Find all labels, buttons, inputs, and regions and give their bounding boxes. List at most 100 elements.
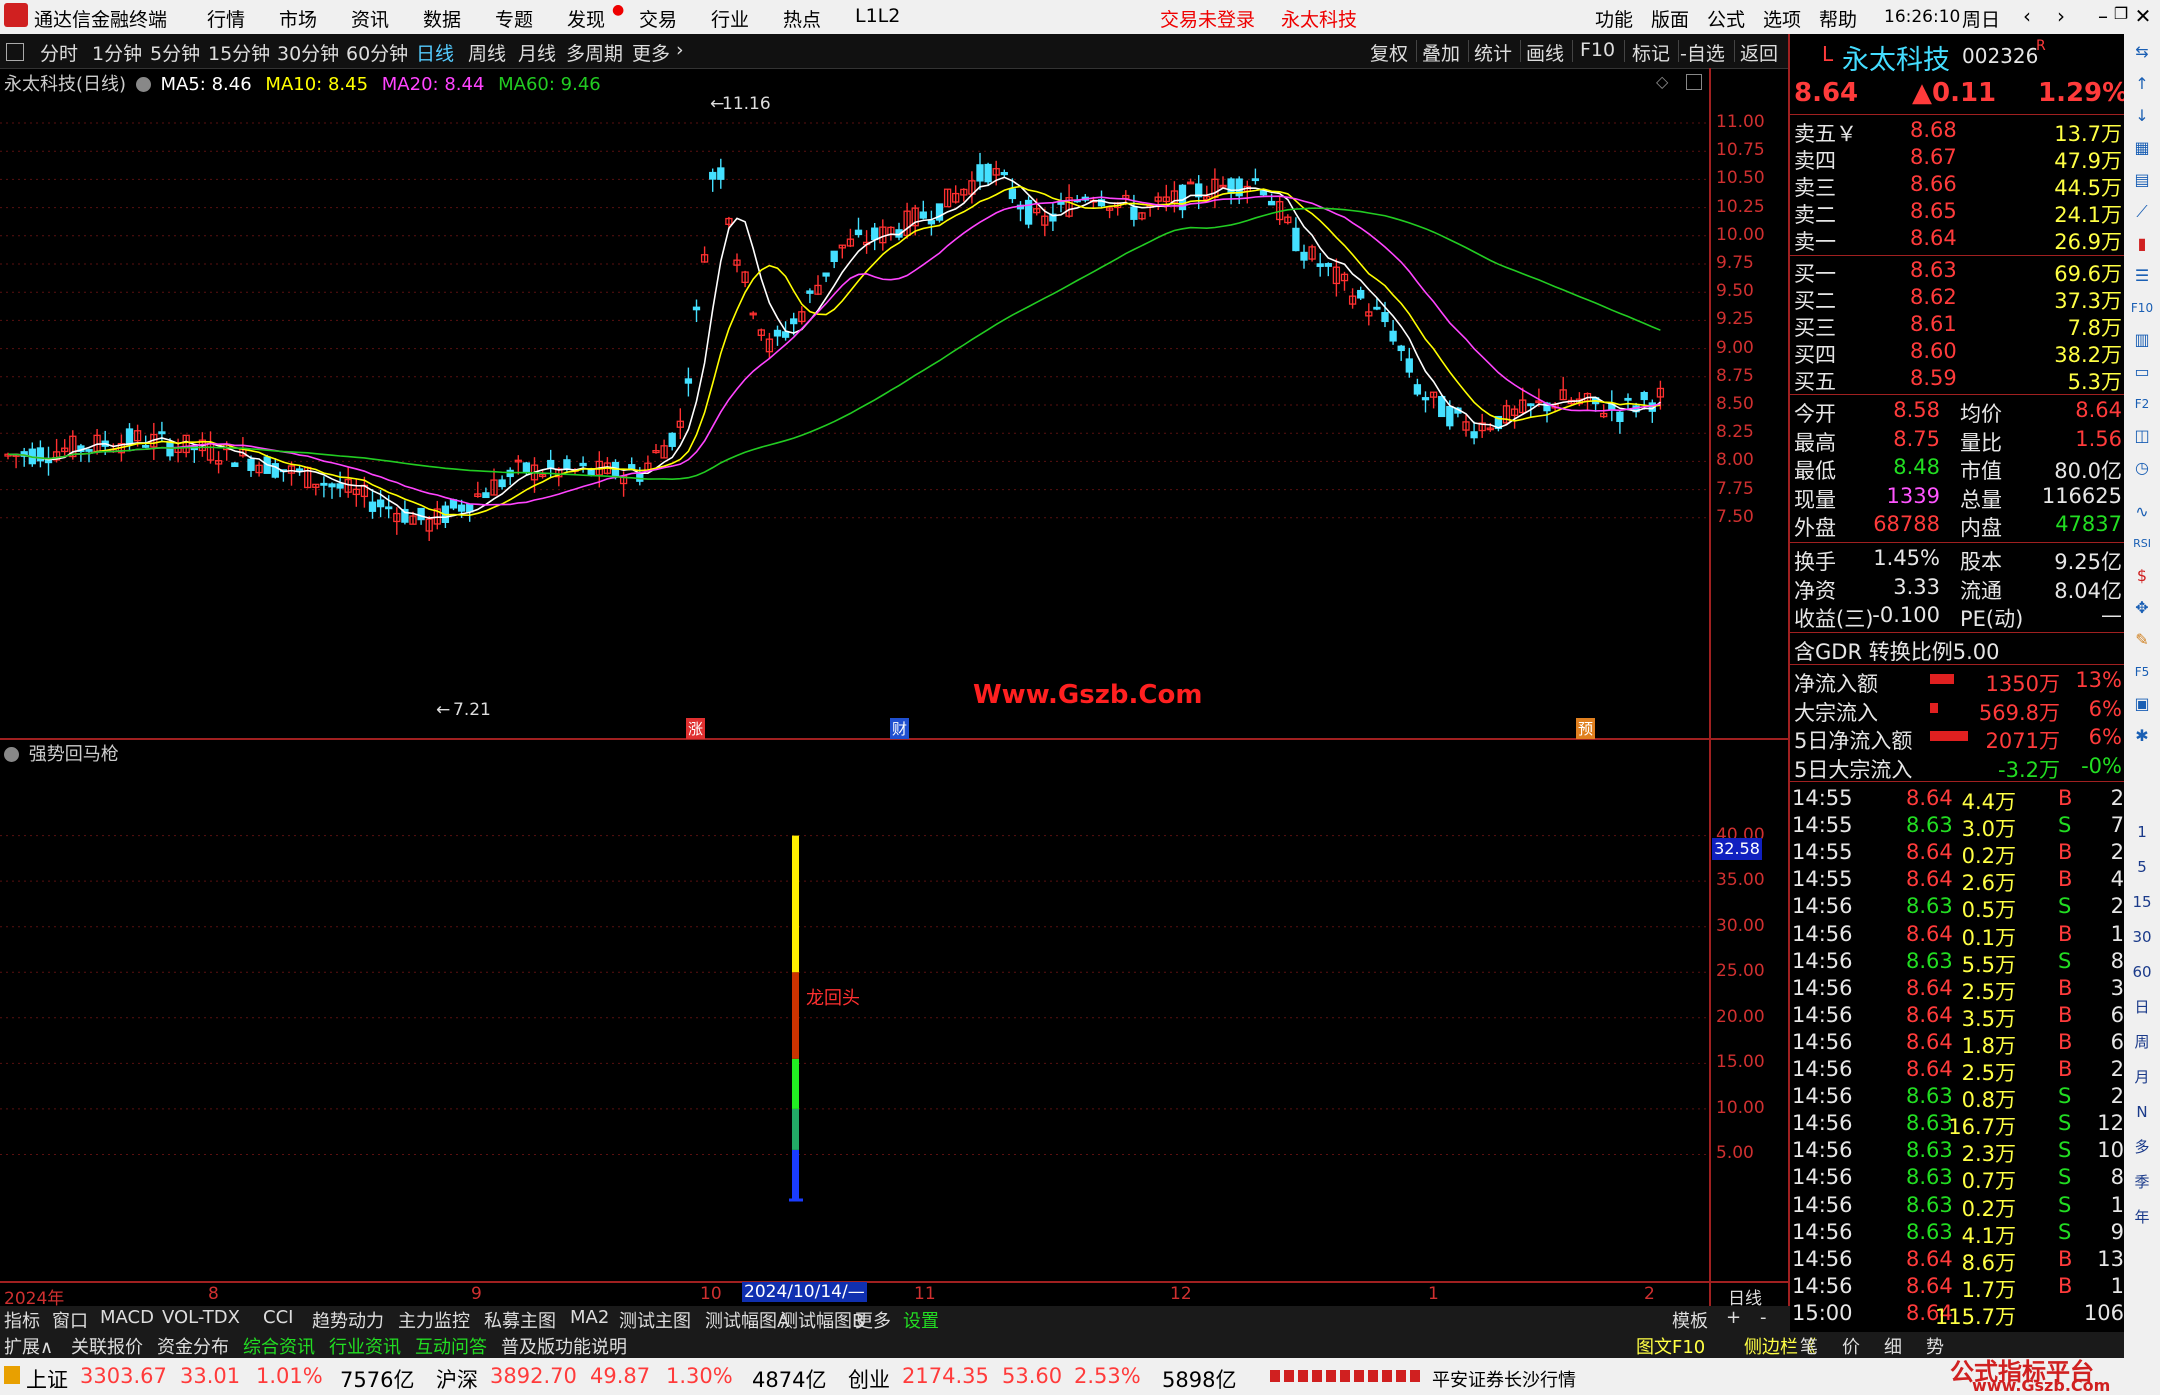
indicator-tab[interactable]: 更多 — [855, 1307, 891, 1333]
period-tab[interactable]: 1分钟 — [92, 39, 142, 66]
ask-row[interactable]: 卖五￥ 8.68 13.7万 — [1790, 118, 2126, 146]
event-marker-forecast[interactable]: 预 — [1576, 718, 1596, 739]
ask-row[interactable]: 卖二 8.65 24.1万 — [1790, 199, 2126, 227]
period-shortcut[interactable]: 年 — [2128, 1203, 2156, 1231]
f2-icon[interactable]: F2 — [2128, 390, 2156, 418]
period-tab[interactable]: 分时 — [40, 39, 78, 66]
move-icon[interactable]: ✥ — [2128, 594, 2156, 622]
ask-row[interactable]: 卖三 8.66 44.5万 — [1790, 172, 2126, 200]
period-shortcut[interactable]: 多 — [2128, 1133, 2156, 1161]
adjust-button[interactable]: 复权 — [1370, 39, 1408, 66]
line-chart-icon[interactable]: ⟋ — [2128, 198, 2156, 226]
menu-help[interactable]: 帮助 — [1819, 5, 1857, 32]
hs-index-label[interactable]: 沪深 — [436, 1364, 478, 1394]
menu-layout[interactable]: 版面 — [1651, 5, 1689, 32]
indicator-tab[interactable]: 指标 — [4, 1307, 40, 1333]
event-marker-limit-up[interactable]: 涨 — [686, 718, 706, 739]
indicator-tab[interactable]: 测试主图 — [619, 1307, 691, 1333]
stats-button[interactable]: 统计 — [1474, 39, 1512, 66]
menu-formula[interactable]: 公式 — [1707, 5, 1745, 32]
menu-l1l2[interactable]: L1L2 — [855, 5, 900, 27]
period-tab[interactable]: 15分钟 — [208, 39, 270, 66]
mark-button[interactable]: 标记 — [1632, 39, 1670, 66]
indicator-tab[interactable]: VOL-TDX — [162, 1307, 240, 1328]
remove-indicator-button[interactable]: - — [1760, 1307, 1767, 1328]
add-indicator-button[interactable]: + — [1726, 1307, 1741, 1328]
period-shortcut[interactable]: 5 — [2128, 853, 2156, 881]
indicator-tab[interactable]: 测试幅图B — [780, 1307, 864, 1333]
forward-arrow-icon[interactable]: › — [2044, 4, 2078, 30]
indicator-tab[interactable]: 测试幅图A — [705, 1307, 789, 1333]
menu-options[interactable]: 选项 — [1763, 5, 1801, 32]
panel-tab[interactable]: 势 — [1926, 1333, 1944, 1359]
remove-watchlist-button[interactable]: -自选 — [1680, 39, 1725, 66]
extension-tab[interactable]: 资金分布 — [157, 1333, 229, 1359]
period-shortcut[interactable]: 1 — [2128, 818, 2156, 846]
more-periods-button[interactable]: 更多 — [632, 39, 670, 66]
period-shortcut[interactable]: N — [2128, 1098, 2156, 1126]
close-icon[interactable]: ✕ — [2126, 4, 2160, 30]
star-icon[interactable]: ✱ — [2128, 722, 2156, 750]
menu-topics[interactable]: 专题 — [495, 5, 533, 32]
menu-quotes[interactable]: 行情 — [207, 5, 245, 32]
extension-tab[interactable]: 综合资讯 — [243, 1333, 315, 1359]
indicator-tab[interactable]: 窗口 — [52, 1307, 88, 1333]
bid-row[interactable]: 买三 8.61 7.8万 — [1790, 312, 2126, 340]
draw-button[interactable]: 画线 — [1526, 39, 1564, 66]
bid-row[interactable]: 买一 8.63 69.6万 — [1790, 258, 2126, 286]
period-tab[interactable]: 周线 — [468, 39, 506, 66]
back-button[interactable]: 返回 — [1740, 39, 1778, 66]
period-tab[interactable]: 5分钟 — [150, 39, 200, 66]
table-icon[interactable]: ▥ — [2128, 326, 2156, 354]
collapse-icon[interactable]: ⇆ — [2128, 38, 2156, 66]
rsi-icon[interactable]: RSI — [2128, 530, 2156, 558]
panel-tab[interactable]: 图文F10 — [1636, 1333, 1705, 1359]
indicator-tab[interactable]: 趋势动力 — [312, 1307, 384, 1333]
f5-icon[interactable]: F5 — [2128, 658, 2156, 686]
period-shortcut[interactable]: 30 — [2128, 923, 2156, 951]
f10-icon[interactable]: F10 — [2128, 294, 2156, 322]
f10-button[interactable]: F10 — [1580, 39, 1615, 61]
extension-tab[interactable]: 互动问答 — [415, 1333, 487, 1359]
menu-news[interactable]: 资讯 — [351, 5, 389, 32]
indicator-tab[interactable]: CCI — [263, 1307, 293, 1328]
extension-tab[interactable]: 行业资讯 — [329, 1333, 401, 1359]
overlay-button[interactable]: 叠加 — [1422, 39, 1460, 66]
indicator-tab[interactable]: 私募主图 — [484, 1307, 556, 1333]
period-shortcut[interactable]: 日 — [2128, 993, 2156, 1021]
panel-toggle-icon[interactable] — [6, 43, 24, 61]
event-marker-finance[interactable]: 财 — [890, 718, 910, 739]
menu-data[interactable]: 数据 — [423, 5, 461, 32]
indicator-name[interactable]: 强势回马枪 — [29, 744, 119, 765]
bid-row[interactable]: 买五 8.59 5.3万 — [1790, 366, 2126, 394]
indicator-tab[interactable]: 设置 — [903, 1307, 939, 1333]
panel-tab[interactable]: 价 — [1842, 1333, 1860, 1359]
panel-tab[interactable]: 笔 — [1800, 1333, 1818, 1359]
back-arrow-icon[interactable]: ‹ — [2010, 4, 2044, 30]
period-tab[interactable]: 月线 — [518, 39, 556, 66]
menu-trade[interactable]: 交易 — [639, 5, 677, 32]
indicator-settings-icon[interactable] — [4, 747, 19, 762]
period-shortcut[interactable]: 季 — [2128, 1168, 2156, 1196]
panel-tab[interactable]: 细 — [1884, 1333, 1902, 1359]
image-icon[interactable]: ▣ — [2128, 690, 2156, 718]
menu-industry[interactable]: 行业 — [711, 5, 749, 32]
period-shortcut[interactable]: 月 — [2128, 1063, 2156, 1091]
sh-index-label[interactable]: 上证 — [26, 1364, 68, 1394]
up-arrow-icon[interactable]: ↑ — [2128, 70, 2156, 98]
ask-row[interactable]: 卖四 8.67 47.9万 — [1790, 145, 2126, 173]
dollar-icon[interactable]: $ — [2128, 562, 2156, 590]
period-shortcut[interactable]: 60 — [2128, 958, 2156, 986]
period-tab[interactable]: 60分钟 — [346, 39, 408, 66]
cy-index-label[interactable]: 创业 — [848, 1364, 890, 1394]
box-icon[interactable]: ◫ — [2128, 422, 2156, 450]
chart-icon[interactable]: ▦ — [2128, 134, 2156, 162]
menu-function[interactable]: 功能 — [1595, 5, 1633, 32]
indicator-tab[interactable]: MA2 — [570, 1307, 609, 1328]
list-icon[interactable]: ☰ — [2128, 262, 2156, 290]
ask-row[interactable]: 卖一 8.64 26.9万 — [1790, 226, 2126, 254]
clock-icon[interactable]: ◷ — [2128, 454, 2156, 482]
bid-row[interactable]: 买二 8.62 37.3万 — [1790, 285, 2126, 313]
period-shortcut[interactable]: 周 — [2128, 1028, 2156, 1056]
pen-icon[interactable]: ✎ — [2128, 626, 2156, 654]
